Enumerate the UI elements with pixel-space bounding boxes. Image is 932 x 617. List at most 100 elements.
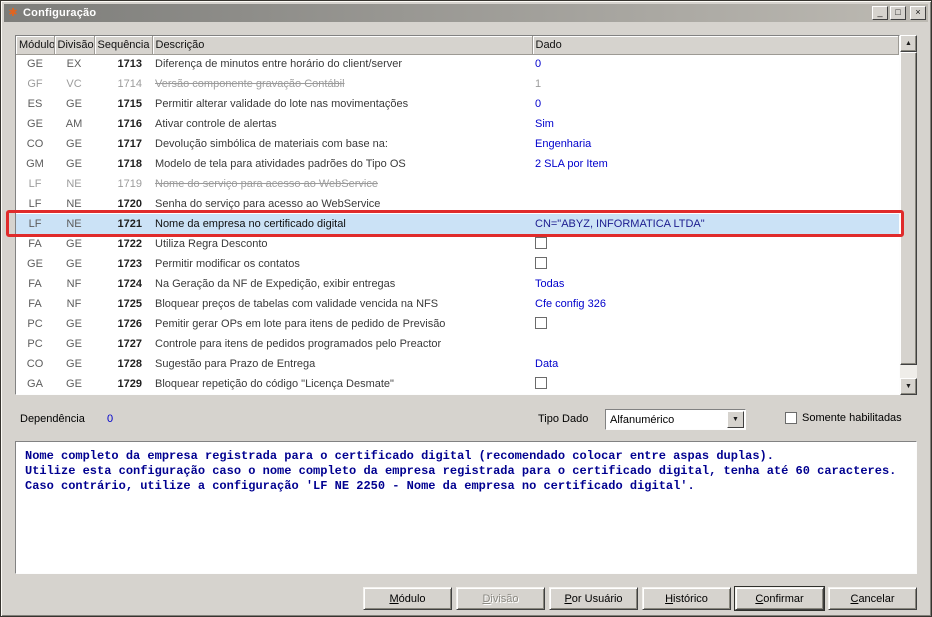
- row-value-checkbox[interactable]: [535, 317, 547, 330]
- por-usuario-button[interactable]: Por Usuário: [549, 587, 638, 610]
- modulo-button[interactable]: Módulo: [363, 587, 452, 610]
- column-header-descricao[interactable]: Descrição: [152, 36, 533, 55]
- maximize-button[interactable]: □: [890, 6, 906, 20]
- table-row[interactable]: FA NF 1724 Na Geração da NF de Expedição…: [16, 274, 899, 294]
- table-row[interactable]: GE AM 1716 Ativar controle de alertas Si…: [16, 114, 899, 134]
- cell-modulo: ES: [27, 98, 43, 110]
- cell-descricao: Bloquear preços de tabelas com validade …: [155, 298, 439, 310]
- row-value-checkbox[interactable]: [535, 377, 547, 390]
- table-row[interactable]: GF VC 1714 Versão componente gravação Co…: [16, 74, 899, 94]
- cell-descricao: Ativar controle de alertas: [155, 118, 277, 130]
- cell-descricao: Pemitir gerar OPs em lote para itens de …: [155, 318, 446, 330]
- table-row[interactable]: GM GE 1718 Modelo de tela para atividade…: [16, 154, 899, 174]
- cell-modulo: GE: [27, 118, 43, 130]
- cell-sequencia: 1722: [117, 238, 142, 250]
- description-line-1: Nome completo da empresa registrada para…: [25, 449, 774, 463]
- description-line-3: Caso contrário, utilize a configuração '…: [25, 479, 695, 493]
- cell-descricao: Permitir alterar validade do lote nas mo…: [155, 98, 409, 110]
- minimize-button[interactable]: _: [872, 6, 888, 20]
- somente-habilitadas-checkbox[interactable]: [785, 412, 797, 424]
- cell-modulo: GE: [27, 258, 43, 270]
- table-row[interactable]: LF NE 1721 Nome da empresa no certificad…: [16, 214, 899, 234]
- table-row[interactable]: PC GE 1727 Controle para itens de pedido…: [16, 334, 899, 354]
- table-header-row: Módulo Divisão Sequência Descrição Dado: [16, 36, 899, 55]
- cell-divisao: GE: [66, 158, 82, 170]
- config-grid-area: Módulo Divisão Sequência Descrição Dado …: [15, 35, 900, 395]
- cell-dado: [532, 234, 899, 254]
- cell-descricao: Controle para itens de pedidos programad…: [155, 338, 442, 350]
- table-row[interactable]: PC GE 1726 Pemitir gerar OPs em lote par…: [16, 314, 899, 334]
- cell-sequencia: 1718: [117, 158, 142, 170]
- cell-divisao: NF: [66, 278, 82, 290]
- table-row[interactable]: LF NE 1719 Nome do serviço para acesso a…: [16, 174, 899, 194]
- cell-modulo: FA: [28, 278, 42, 290]
- cell-sequencia: 1719: [117, 178, 142, 190]
- window-title: Configuração: [23, 7, 97, 19]
- confirmar-button[interactable]: Confirmar: [734, 586, 825, 611]
- cell-modulo: FA: [28, 298, 42, 310]
- dropdown-arrow-icon[interactable]: ▼: [727, 411, 744, 428]
- scroll-up-icon[interactable]: ▲: [900, 35, 917, 52]
- table-row[interactable]: GA GE 1729 Bloquear repetição do código …: [16, 374, 899, 394]
- cell-modulo: LF: [28, 198, 42, 210]
- row-value-checkbox[interactable]: [535, 237, 547, 250]
- table-row[interactable]: GE GE 1723 Permitir modificar os contato…: [16, 254, 899, 274]
- cell-descricao: Na Geração da NF de Expedição, exibir en…: [155, 278, 396, 290]
- column-header-dado[interactable]: Dado: [532, 36, 899, 55]
- table-row[interactable]: GE EX 1713 Diferença de minutos entre ho…: [16, 54, 899, 74]
- cell-dado: CN="ABYZ, INFORMATICA LTDA": [532, 214, 899, 234]
- scrollbar-track[interactable]: [900, 52, 917, 378]
- row-value-checkbox[interactable]: [535, 257, 547, 270]
- cell-sequencia: 1714: [117, 78, 142, 90]
- scrollbar-thumb[interactable]: [900, 52, 917, 365]
- button-bar: Módulo Divisão Por Usuário Histórico Con…: [15, 586, 917, 611]
- column-header-divisao[interactable]: Divisão: [54, 36, 95, 55]
- cell-sequencia: 1723: [117, 258, 142, 270]
- cell-dado: Cfe config 326: [535, 298, 606, 310]
- cell-divisao: AM: [65, 118, 83, 130]
- somente-habilitadas-group[interactable]: Somente habilitadas: [785, 412, 902, 424]
- column-header-modulo[interactable]: Módulo: [16, 36, 55, 55]
- close-button[interactable]: ×: [910, 6, 926, 20]
- cell-modulo: GF: [27, 78, 43, 90]
- table-row[interactable]: CO GE 1717 Devolução simbólica de materi…: [16, 134, 899, 154]
- cell-dado: 0: [535, 58, 542, 71]
- tipo-dado-value: Alfanumérico: [610, 413, 675, 426]
- table-row[interactable]: LF NE 1720 Senha do serviço para acesso …: [16, 194, 899, 214]
- table-row[interactable]: FA GE 1722 Utiliza Regra Desconto: [16, 234, 899, 254]
- cell-divisao: GE: [66, 238, 82, 250]
- cell-dado: 1: [535, 78, 542, 90]
- cell-divisao: GE: [66, 258, 82, 270]
- table-row[interactable]: ES GE 1715 Permitir alterar validade do …: [16, 94, 899, 114]
- window-content: Módulo Divisão Sequência Descrição Dado …: [4, 22, 928, 613]
- cell-modulo: LF: [28, 178, 42, 190]
- cell-descricao: Senha do serviço para acesso ao WebServi…: [155, 198, 381, 210]
- dependencia-label: Dependência: [20, 413, 85, 425]
- cell-modulo: PC: [27, 338, 43, 350]
- cell-divisao: GE: [66, 138, 82, 150]
- cell-divisao: NE: [66, 178, 82, 190]
- cancelar-button[interactable]: Cancelar: [828, 587, 917, 610]
- cell-sequencia: 1720: [117, 198, 142, 210]
- description-box: Nome completo da empresa registrada para…: [15, 441, 917, 574]
- historico-button[interactable]: Histórico: [642, 587, 731, 610]
- cell-dado: [532, 334, 899, 354]
- column-header-sequencia[interactable]: Sequência: [94, 36, 153, 55]
- cell-dado: [532, 194, 899, 214]
- table-row[interactable]: CO GE 1728 Sugestão para Prazo de Entreg…: [16, 354, 899, 374]
- cell-divisao: NE: [66, 198, 82, 210]
- cell-modulo: GE: [27, 58, 43, 71]
- scroll-down-icon[interactable]: ▼: [900, 378, 917, 395]
- cell-modulo: LF: [16, 214, 54, 234]
- cell-sequencia: 1726: [117, 318, 142, 330]
- cell-modulo: GM: [26, 158, 44, 170]
- cell-divisao: GE: [66, 98, 82, 110]
- table-row[interactable]: FA NF 1725 Bloquear preços de tabelas co…: [16, 294, 899, 314]
- titlebar[interactable]: ✱ Configuração _ □ ×: [4, 4, 928, 22]
- tipo-dado-select[interactable]: Alfanumérico ▼: [605, 409, 746, 430]
- cell-dado: [532, 254, 899, 274]
- app-icon: ✱: [8, 7, 18, 19]
- cell-divisao: GE: [66, 378, 82, 390]
- vertical-scrollbar[interactable]: ▲ ▼: [900, 35, 917, 395]
- middle-bar: Dependência 0 Tipo Dado Alfanumérico ▼ S…: [15, 408, 917, 430]
